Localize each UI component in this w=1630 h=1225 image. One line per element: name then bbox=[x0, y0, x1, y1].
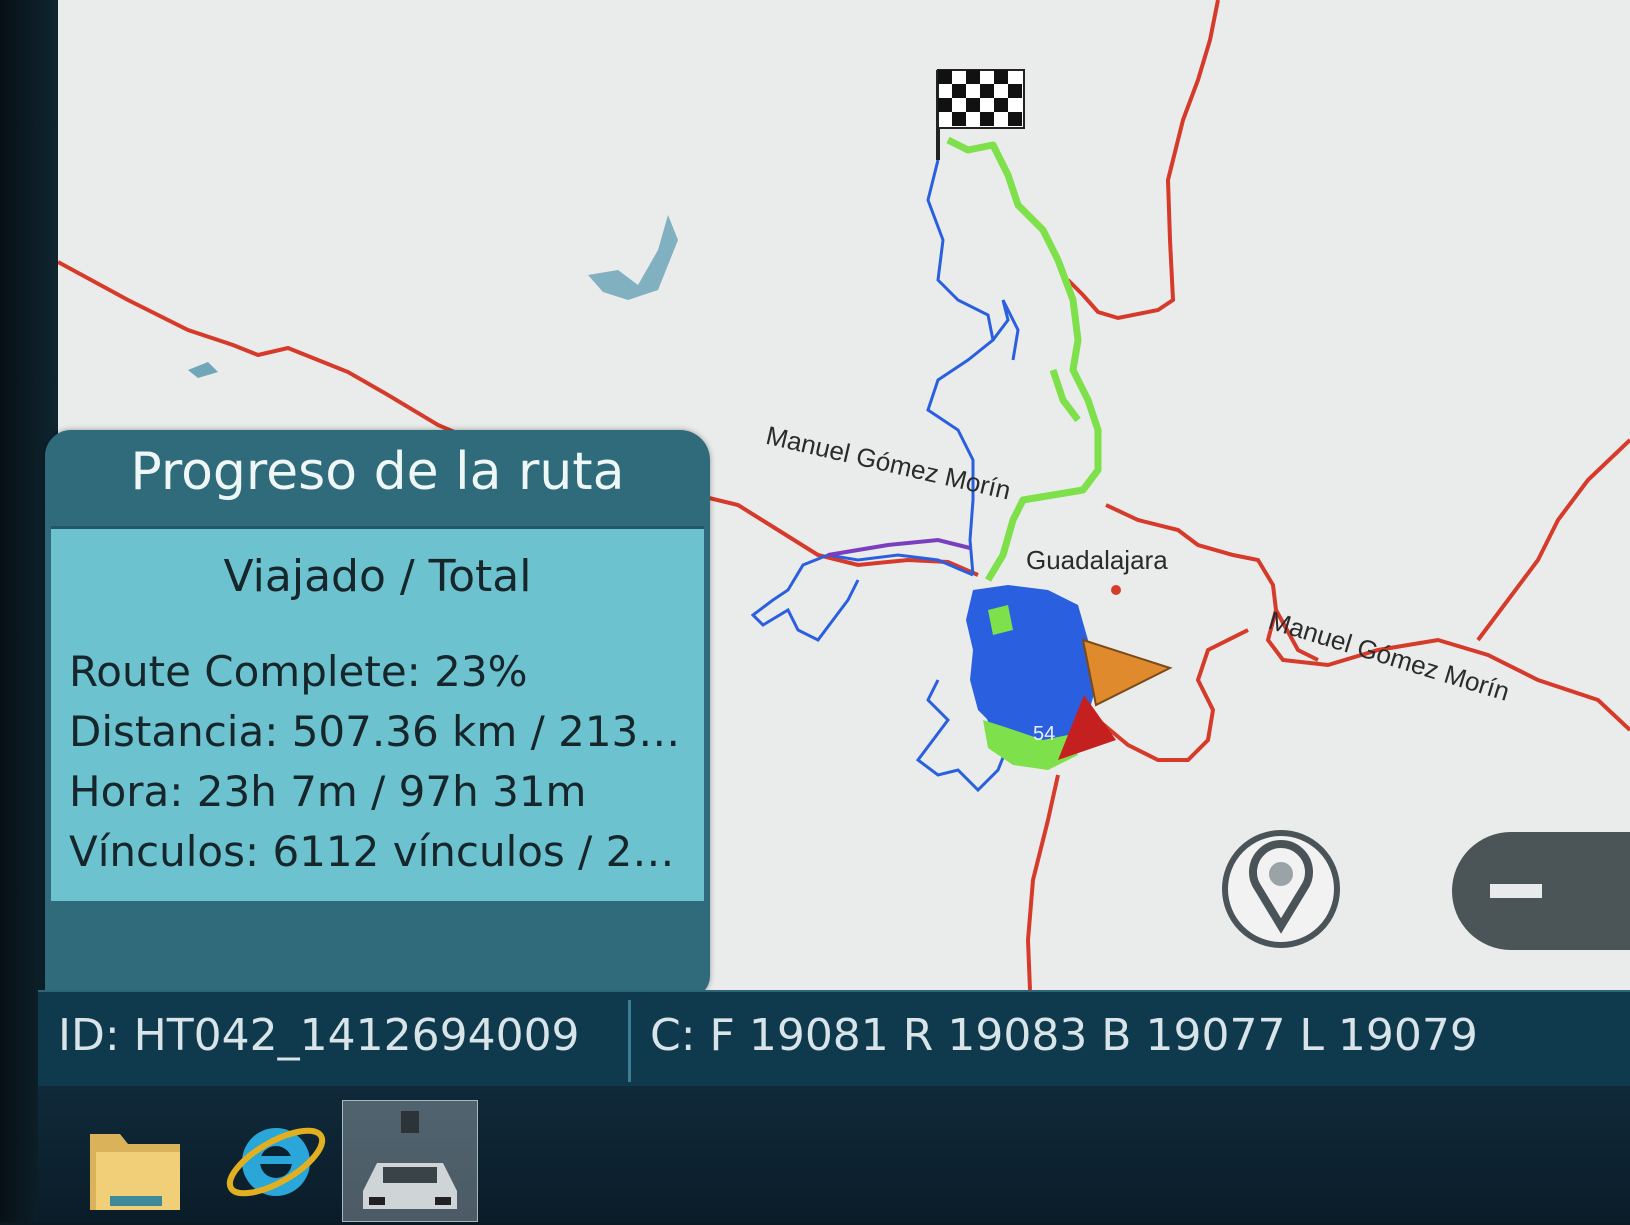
internet-explorer-icon bbox=[226, 1127, 326, 1197]
vehicle-marker-label: 54 bbox=[1033, 723, 1055, 745]
taskbar-browser-button[interactable] bbox=[214, 1100, 334, 1220]
city-label: Guadalajara bbox=[1026, 545, 1168, 575]
minus-icon bbox=[1490, 884, 1542, 898]
route-progress-panel: Progreso de la ruta Viajado / Total Rout… bbox=[45, 430, 710, 998]
location-pin-icon bbox=[1249, 840, 1313, 934]
taskbar-folder-button[interactable] bbox=[76, 1100, 196, 1220]
session-id: ID: HT042_1412694009 bbox=[58, 1010, 580, 1061]
water-body bbox=[588, 215, 678, 300]
status-divider bbox=[628, 1000, 631, 1082]
panel-subtitle: Viajado / Total bbox=[223, 551, 532, 602]
folder-icon bbox=[90, 1134, 180, 1210]
links-text: Vínculos: 6112 vínculos / 2… bbox=[69, 827, 675, 876]
taskbar-car-app-button[interactable] bbox=[342, 1100, 478, 1222]
water-body bbox=[188, 362, 218, 378]
taskbar bbox=[38, 1086, 1630, 1222]
route-complete-text: Route Complete: 23% bbox=[69, 647, 528, 696]
panel-body: Viajado / Total Route Complete: 23% Dist… bbox=[51, 526, 704, 901]
heading-arrow bbox=[1081, 638, 1173, 707]
locate-button[interactable] bbox=[1222, 830, 1340, 948]
route-overlap bbox=[827, 537, 971, 557]
distance-text: Distancia: 507.36 km / 213… bbox=[69, 707, 681, 756]
car-camera-app-icon bbox=[363, 1111, 457, 1209]
time-text: Hora: 23h 7m / 97h 31m bbox=[69, 767, 587, 816]
status-bar: ID: HT042_1412694009 C: F 19081 R 19083 … bbox=[38, 990, 1630, 1088]
counters-text: C: F 19081 R 19083 B 19077 L 19079 bbox=[650, 1010, 1478, 1061]
zoom-out-button[interactable] bbox=[1452, 832, 1630, 950]
city-dot bbox=[1111, 585, 1121, 595]
panel-title: Progreso de la ruta bbox=[130, 442, 625, 502]
